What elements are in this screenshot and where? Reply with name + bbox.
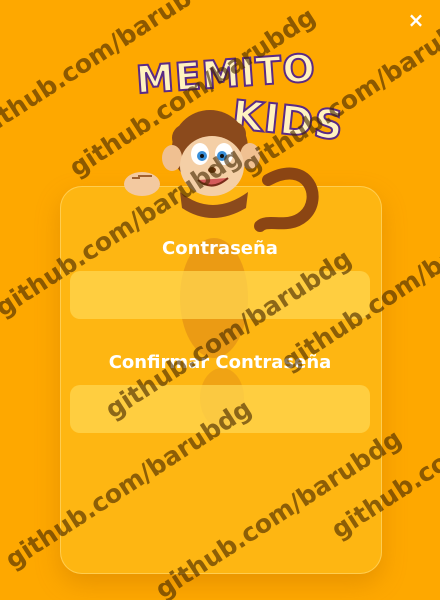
password-label: Contraseña — [162, 238, 278, 259]
confirm-password-input[interactable] — [70, 385, 370, 433]
confirm-password-label: Confirmar Contraseña — [108, 352, 332, 373]
monkey-mascot-icon — [124, 110, 319, 428]
close-icon[interactable]: × — [404, 8, 428, 32]
password-input[interactable] — [70, 271, 370, 319]
logo-word-memito: MEMITO — [134, 45, 319, 103]
